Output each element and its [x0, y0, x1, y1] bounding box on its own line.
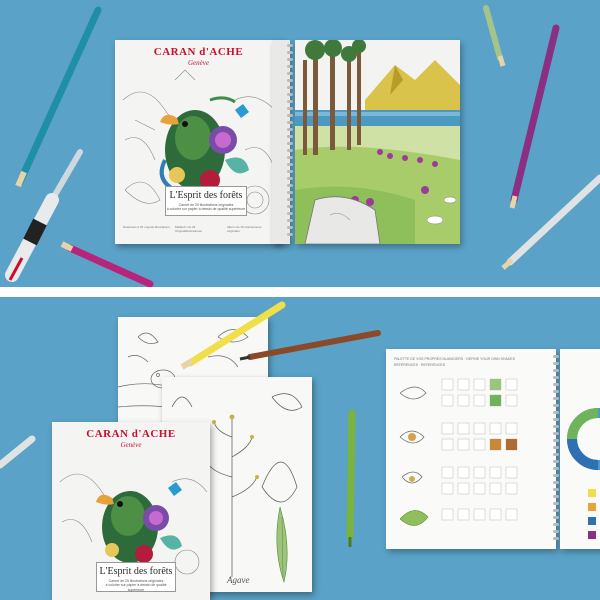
cover-footer-col1: Notebook of 25 original illustrations: [123, 225, 170, 229]
purple-pencil: [509, 24, 560, 209]
cover-title-box: L'Esprit des forêts Carnet de 25 illustr…: [165, 186, 247, 216]
brown-pen: [239, 330, 381, 361]
spiral-binding-bottom: [553, 355, 559, 544]
coloring-book-cover-top: CARAN d'ACHE Genève L'Esprit des forêts …: [115, 40, 282, 244]
grey-pencil-bottom: [0, 435, 36, 469]
cover-footer-col3: Album de 25 ilustraciones originales: [227, 225, 262, 233]
yellow-pencil: [180, 301, 286, 370]
cover-title: L'Esprit des forêts: [169, 190, 243, 201]
green-felt-pen: [346, 409, 356, 547]
color-wheel: [567, 408, 600, 539]
colored-forest-page: [295, 40, 460, 244]
magenta-pencil-left: [60, 241, 154, 287]
green-pencil: [483, 5, 506, 67]
swatch-reference-page: PALETTE DE VOS PROPRES NUANCIERS · DEFIN…: [386, 349, 556, 549]
water-brush-pen: [5, 149, 83, 282]
forest-landscape-illustration: [295, 40, 460, 244]
bottom-product-photo: Agave CARAN d'ACHE Genève L'Esprit des f…: [0, 297, 600, 600]
top-product-photo: CARAN d'ACHE Genève L'Esprit des forêts …: [0, 0, 600, 287]
spiral-binding-top: [287, 44, 293, 240]
cover-subtitle-2: à colorier sur papier à dessin de qualit…: [166, 207, 246, 212]
color-wheel-page: [560, 349, 600, 549]
cover-footer-col2: Malbuch mit 25 Originalillustrationen: [175, 225, 203, 233]
swatch-grid: [399, 378, 518, 526]
teal-pencil: [15, 6, 102, 188]
panel-divider: [0, 287, 600, 297]
